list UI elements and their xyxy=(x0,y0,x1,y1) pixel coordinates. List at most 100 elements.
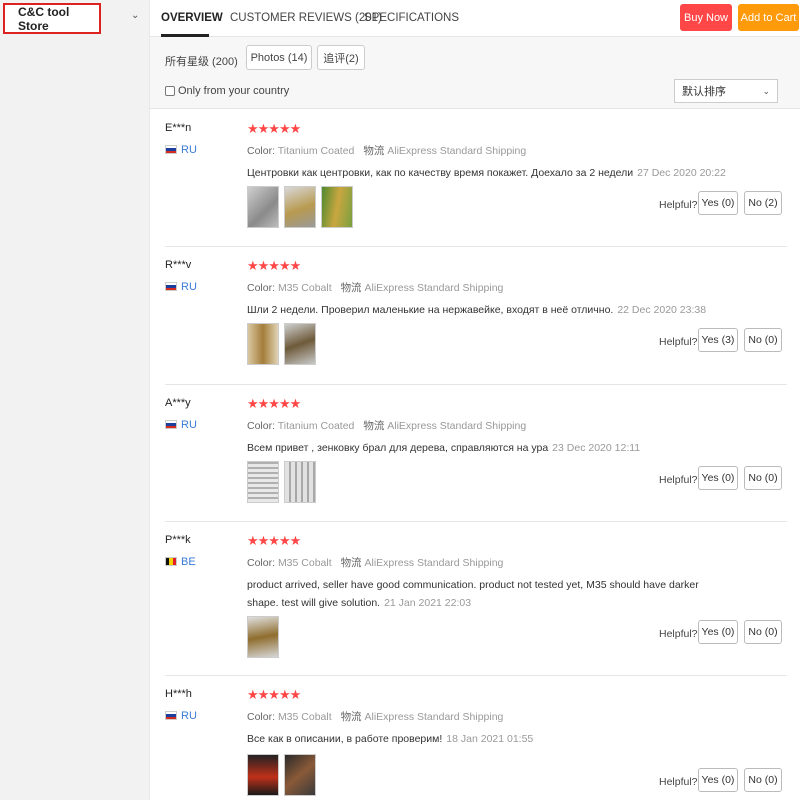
flag-icon xyxy=(165,145,177,154)
helpful-yes-button[interactable]: Yes (0) xyxy=(698,191,738,215)
review-item: E***n RU ★★★★★ Color: Titanium Coated 物流… xyxy=(165,110,787,247)
shipping-value: AliExpress Standard Shipping xyxy=(364,282,504,294)
additional-reviews-filter-button[interactable]: 追评(2) xyxy=(317,45,365,70)
review-text-block: Всем привет , зенковку брал для дерева, … xyxy=(247,439,727,457)
shipping-value: AliExpress Standard Shipping xyxy=(387,145,527,157)
review-photo-thumbnail[interactable] xyxy=(284,754,316,796)
review-photo-thumbnail[interactable] xyxy=(247,616,279,658)
rating-filter-label: 所有星级 (200) xyxy=(165,56,238,68)
review-text: Шли 2 недели. Проверил маленькие на нерж… xyxy=(247,304,614,316)
color-value: Titanium Coated xyxy=(277,145,355,157)
shipping-label: 物流 xyxy=(340,282,362,294)
reviewer-country: BE xyxy=(181,556,196,568)
color-value: M35 Cobalt xyxy=(277,282,332,294)
only-your-country-checkbox[interactable]: Only from your country xyxy=(165,85,289,97)
reviewer-name: A***y xyxy=(165,397,191,409)
only-your-country-label: Only from your country xyxy=(178,85,290,97)
review-item: H***h RU ★★★★★ Color: M35 Cobalt 物流 AliE… xyxy=(165,676,787,806)
color-label: Color: xyxy=(247,420,276,432)
flag-icon xyxy=(165,420,177,429)
flag-icon xyxy=(165,711,177,720)
review-photo-thumbnail[interactable] xyxy=(247,323,279,365)
review-meta: Color: M35 Cobalt 物流 AliExpress Standard… xyxy=(247,280,503,295)
color-value: Titanium Coated xyxy=(277,420,355,432)
review-meta: Color: Titanium Coated 物流 AliExpress Sta… xyxy=(247,143,526,158)
review-text: Все как в описании, в работе проверим! xyxy=(247,733,443,745)
helpful-yes-button[interactable]: Yes (0) xyxy=(698,768,738,792)
shipping-label: 物流 xyxy=(340,711,362,723)
review-text-block: product arrived, seller have good commun… xyxy=(247,576,727,612)
chevron-down-icon[interactable]: ⌄ xyxy=(131,11,141,21)
review-meta: Color: M35 Cobalt 物流 AliExpress Standard… xyxy=(247,709,503,724)
review-photo-thumbnail[interactable] xyxy=(284,323,316,365)
review-item: A***y RU ★★★★★ Color: Titanium Coated 物流… xyxy=(165,385,787,522)
sort-dropdown[interactable]: 默认排序 ⌄ xyxy=(674,79,778,103)
shipping-value: AliExpress Standard Shipping xyxy=(364,711,504,723)
review-date: 21 Jan 2021 22:03 xyxy=(384,597,472,609)
helpful-label: Helpful? xyxy=(659,336,698,348)
flag-icon xyxy=(165,282,177,291)
helpful-label: Helpful? xyxy=(659,199,698,211)
review-text-block: Все как в описании, в работе проверим! 18… xyxy=(247,730,727,748)
review-date: 23 Dec 2020 12:11 xyxy=(552,442,641,454)
review-meta: Color: Titanium Coated 物流 AliExpress Sta… xyxy=(247,418,526,433)
reviewer-name: E***n xyxy=(165,122,192,134)
star-rating: ★★★★★ xyxy=(247,533,301,548)
helpful-no-button[interactable]: No (0) xyxy=(744,768,782,792)
helpful-label: Helpful? xyxy=(659,474,698,486)
color-label: Color: xyxy=(247,557,276,569)
review-photo-thumbnail[interactable] xyxy=(321,186,353,228)
reviewer-country: RU xyxy=(181,710,197,722)
rating-filter-dropdown[interactable]: 所有星级 (200) ⌄ xyxy=(165,53,251,69)
helpful-yes-button[interactable]: Yes (0) xyxy=(698,466,738,490)
photos-filter-button[interactable]: Photos (14) xyxy=(246,45,312,70)
helpful-yes-button[interactable]: Yes (0) xyxy=(698,620,738,644)
reviewer-name: H***h xyxy=(165,688,192,700)
review-photo-thumbnail[interactable] xyxy=(247,186,279,228)
helpful-yes-button[interactable]: Yes (3) xyxy=(698,328,738,352)
review-meta: Color: M35 Cobalt 物流 AliExpress Standard… xyxy=(247,555,503,570)
tab-overview[interactable]: OVERVIEW xyxy=(161,12,223,24)
review-photo-thumbnail[interactable] xyxy=(284,461,316,503)
reviewer-country: RU xyxy=(181,144,197,156)
buy-now-button[interactable]: Buy Now xyxy=(680,4,732,31)
review-date: 22 Dec 2020 23:38 xyxy=(617,304,707,316)
helpful-no-button[interactable]: No (0) xyxy=(744,328,782,352)
color-value: M35 Cobalt xyxy=(277,557,332,569)
helpful-no-button[interactable]: No (0) xyxy=(744,620,782,644)
store-name-button[interactable]: C&C tool Store xyxy=(3,3,101,34)
shipping-label: 物流 xyxy=(363,420,385,432)
tab-customer-reviews[interactable]: CUSTOMER REVIEWS (201) xyxy=(230,12,382,24)
color-label: Color: xyxy=(247,145,276,157)
shipping-label: 物流 xyxy=(340,557,362,569)
helpful-no-button[interactable]: No (0) xyxy=(744,466,782,490)
review-text-block: Шли 2 недели. Проверил маленькие на нерж… xyxy=(247,301,727,319)
shipping-value: AliExpress Standard Shipping xyxy=(387,420,527,432)
review-filter-bar: 所有星级 (200) ⌄ Photos (14) 追评(2) Only from… xyxy=(150,37,800,109)
checkbox[interactable] xyxy=(165,86,175,96)
helpful-label: Helpful? xyxy=(659,776,698,788)
review-photo-thumbnail[interactable] xyxy=(247,461,279,503)
review-photo-thumbnail[interactable] xyxy=(247,754,279,796)
star-rating: ★★★★★ xyxy=(247,258,301,273)
star-rating: ★★★★★ xyxy=(247,687,301,702)
reviewer-country: RU xyxy=(181,419,197,431)
tab-specifications[interactable]: SPECIFICATIONS xyxy=(364,12,459,24)
helpful-label: Helpful? xyxy=(659,628,698,640)
review-photo-thumbnail[interactable] xyxy=(284,186,316,228)
review-date: 18 Jan 2021 01:55 xyxy=(446,733,534,745)
sidebar: C&C tool Store ⌄ xyxy=(0,0,150,800)
review-item: P***k BE ★★★★★ Color: M35 Cobalt 物流 AliE… xyxy=(165,522,787,676)
flag-icon xyxy=(165,557,177,566)
add-to-cart-button[interactable]: Add to Cart xyxy=(738,4,799,31)
shipping-value: AliExpress Standard Shipping xyxy=(364,557,504,569)
review-text-block: Центровки как центровки, как по качеству… xyxy=(247,164,727,182)
color-value: M35 Cobalt xyxy=(277,711,332,723)
reviewer-country: RU xyxy=(181,281,197,293)
store-name: C&C tool Store xyxy=(18,4,70,33)
review-item: R***v RU ★★★★★ Color: M35 Cobalt 物流 AliE… xyxy=(165,247,787,385)
star-rating: ★★★★★ xyxy=(247,396,301,411)
reviewer-name: P***k xyxy=(165,534,191,546)
review-text: product arrived, seller have good commun… xyxy=(247,579,699,609)
helpful-no-button[interactable]: No (2) xyxy=(744,191,782,215)
